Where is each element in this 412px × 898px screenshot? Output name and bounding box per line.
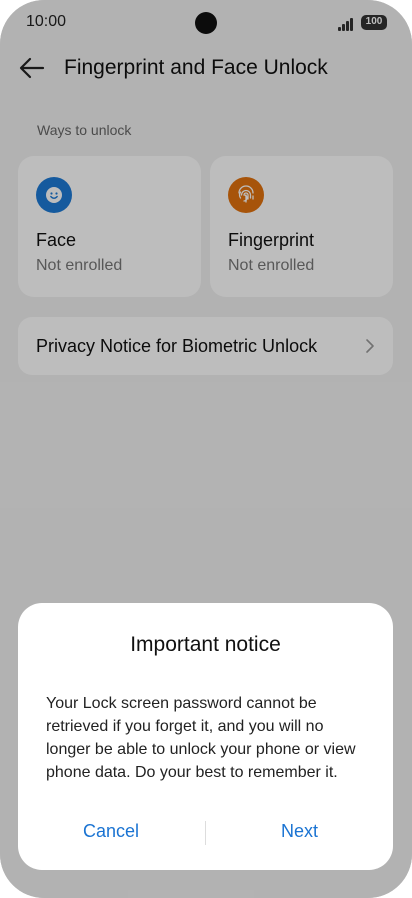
dialog-title: Important notice bbox=[130, 633, 281, 656]
phone-frame: 10:00 100 Fingerprint and Face Unlock Wa… bbox=[0, 0, 412, 898]
button-divider bbox=[205, 821, 206, 845]
next-button[interactable]: Next bbox=[281, 821, 318, 842]
important-notice-dialog: Important notice Your Lock screen passwo… bbox=[18, 603, 393, 870]
cancel-button[interactable]: Cancel bbox=[83, 821, 139, 842]
dialog-message: Your Lock screen password cannot be retr… bbox=[46, 695, 356, 781]
